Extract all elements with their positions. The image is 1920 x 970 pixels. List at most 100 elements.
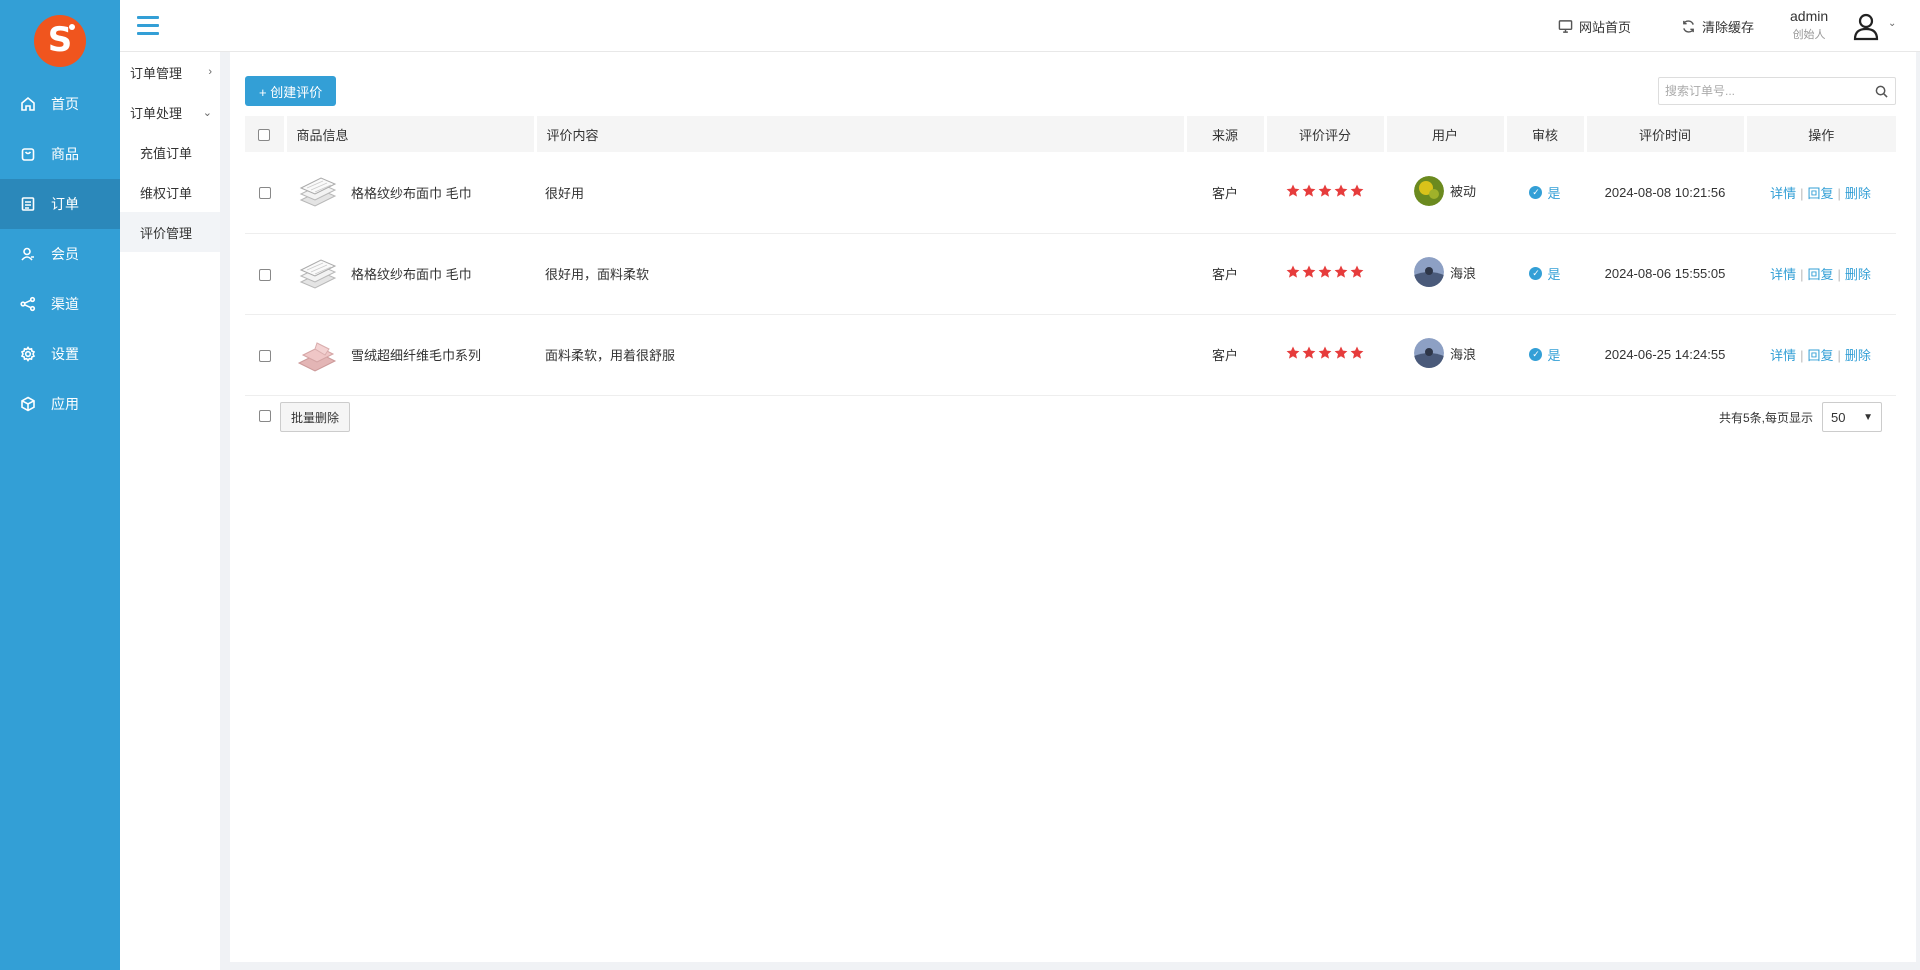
row-checkbox[interactable] (259, 349, 271, 362)
page-size-value: 50 (1831, 409, 1846, 425)
site-home-link[interactable]: 网站首页 (1558, 17, 1631, 36)
delete-link[interactable]: 删除 (1845, 267, 1871, 282)
header-select-all (245, 116, 287, 152)
review-time: 2024-08-08 10:21:56 (1585, 152, 1745, 234)
subnav-group-order-processing[interactable]: 订单处理 ⌄ (120, 92, 220, 132)
reply-link[interactable]: 回复 (1807, 267, 1833, 282)
star-icon (1318, 184, 1332, 197)
nav-item-apps[interactable]: 应用 (0, 379, 120, 429)
column-header: 用户 (1385, 116, 1507, 152)
create-review-button[interactable]: + 创建评价 (245, 76, 337, 106)
audit-status: ✓ 是 (1529, 345, 1561, 364)
column-header: 来源 (1185, 116, 1267, 152)
delete-link[interactable]: 删除 (1845, 186, 1871, 201)
refresh-icon (1683, 20, 1694, 33)
detail-link[interactable]: 详情 (1770, 348, 1796, 363)
nav-item-label: 应用 (51, 396, 79, 412)
nav-item-home[interactable]: 首页 (0, 79, 120, 129)
subnav-item-reviews[interactable]: 评价管理 (120, 212, 220, 252)
reply-link[interactable]: 回复 (1807, 348, 1833, 363)
row-checkbox[interactable] (259, 268, 271, 281)
clear-cache-link[interactable]: 清除缓存 (1681, 17, 1754, 36)
nav-item-members[interactable]: 会员 (0, 229, 120, 279)
star-icon (1318, 265, 1332, 278)
nav-item-label: 设置 (51, 346, 79, 362)
review-content: 很好用，面料柔软 (535, 233, 1185, 315)
star-icon (1318, 346, 1332, 359)
column-header: 审核 (1505, 116, 1587, 152)
nav-item-channels[interactable]: 渠道 (0, 279, 120, 329)
star-icon (1302, 346, 1316, 359)
main-nav: 首页 商品 订单 会员 渠道 设置 应用 (0, 79, 120, 429)
column-header: 操作 (1745, 116, 1896, 152)
star-icon (1350, 265, 1364, 278)
star-icon (1286, 184, 1300, 197)
user-avatar (1413, 257, 1444, 287)
monitor-icon (1558, 20, 1573, 33)
column-header: 评价评分 (1265, 116, 1387, 152)
star-rating (1286, 184, 1364, 198)
star-rating (1286, 346, 1364, 360)
subnav-item-recharge-orders[interactable]: 充值订单 (120, 132, 220, 172)
user-icon (21, 247, 34, 261)
user-name: 海浪 (1449, 346, 1476, 362)
subnav-item-dispute-orders[interactable]: 维权订单 (120, 172, 220, 212)
user-info[interactable]: admin 创始人 (1790, 8, 1828, 42)
nav-item-label: 订单 (51, 196, 79, 212)
nav-item-settings[interactable]: 设置 (0, 329, 120, 379)
star-rating (1286, 265, 1364, 279)
footer-select-all-checkbox[interactable] (259, 410, 271, 422)
user-avatar (1413, 338, 1444, 368)
menu-toggle-icon[interactable] (137, 16, 159, 36)
search-icon[interactable] (1875, 85, 1888, 98)
user-name: 被动 (1449, 184, 1476, 200)
nav-item-orders[interactable]: 订单 (0, 179, 120, 229)
product-name[interactable]: 雪绒超细纤维毛巾系列 (351, 345, 481, 364)
check-circle-icon: ✓ (1529, 348, 1543, 361)
app-logo[interactable]: S (34, 15, 86, 67)
table-row: 格格纹纱布面巾 毛巾 很好用，面料柔软 客户 海浪 ✓ 是 2024-08-06… (245, 233, 1896, 315)
column-header: 评价内容 (535, 116, 1187, 152)
review-content: 很好用 (535, 152, 1185, 234)
chevron-down-icon: ⌄ (202, 106, 212, 119)
subnav-group-order-management[interactable]: 订单管理 › (120, 52, 220, 92)
primary-sidebar: S 首页 商品 订单 会员 渠道 设置 应用 (0, 0, 120, 970)
pagination-summary: 共有5条,每页显示 (1719, 411, 1814, 425)
chevron-right-icon: › (208, 66, 212, 78)
list-icon (21, 197, 35, 211)
chevron-down-icon[interactable]: ⌄ (1888, 18, 1896, 29)
user-name: 海浪 (1449, 265, 1476, 281)
product-thumbnail (297, 341, 337, 372)
review-content: 面料柔软，用着很舒服 (535, 314, 1185, 396)
select-all-checkbox[interactable] (258, 129, 271, 142)
delete-link[interactable]: 删除 (1845, 348, 1871, 363)
table-row: 雪绒超细纤维毛巾系列 面料柔软，用着很舒服 客户 海浪 ✓ 是 2024-06-… (245, 314, 1896, 396)
detail-link[interactable]: 详情 (1770, 267, 1796, 282)
user-avatar-icon[interactable] (1851, 11, 1881, 41)
search-box (1658, 77, 1896, 105)
chevron-down-icon: ▼ (1863, 411, 1873, 423)
nav-item-label: 商品 (51, 146, 79, 162)
home-icon (21, 96, 35, 111)
nav-item-label: 会员 (51, 246, 79, 262)
product-thumbnail (299, 177, 337, 207)
star-icon (1286, 265, 1300, 278)
column-header: 商品信息 (285, 116, 537, 152)
subnav-group-label: 订单管理 (130, 65, 183, 81)
clear-cache-label: 清除缓存 (1702, 20, 1755, 35)
search-input[interactable] (1659, 78, 1859, 104)
product-name[interactable]: 格格纹纱布面巾 毛巾 (351, 183, 472, 202)
reply-link[interactable]: 回复 (1807, 186, 1833, 201)
cube-icon (21, 396, 35, 412)
main-panel: + 创建评价 商品信息 评价内容 来源 评价评分 用户 审核 评价时间 操作 (230, 52, 1916, 962)
row-checkbox[interactable] (259, 187, 271, 200)
star-icon (1334, 184, 1348, 197)
batch-delete-button[interactable]: 批量删除 (280, 402, 351, 432)
product-name[interactable]: 格格纹纱布面巾 毛巾 (351, 264, 472, 283)
nav-item-products[interactable]: 商品 (0, 129, 120, 179)
page-size-select[interactable]: 50 ▼ (1822, 402, 1882, 432)
star-icon (1334, 346, 1348, 359)
check-circle-icon: ✓ (1529, 267, 1543, 280)
star-icon (1302, 184, 1316, 197)
detail-link[interactable]: 详情 (1770, 186, 1796, 201)
